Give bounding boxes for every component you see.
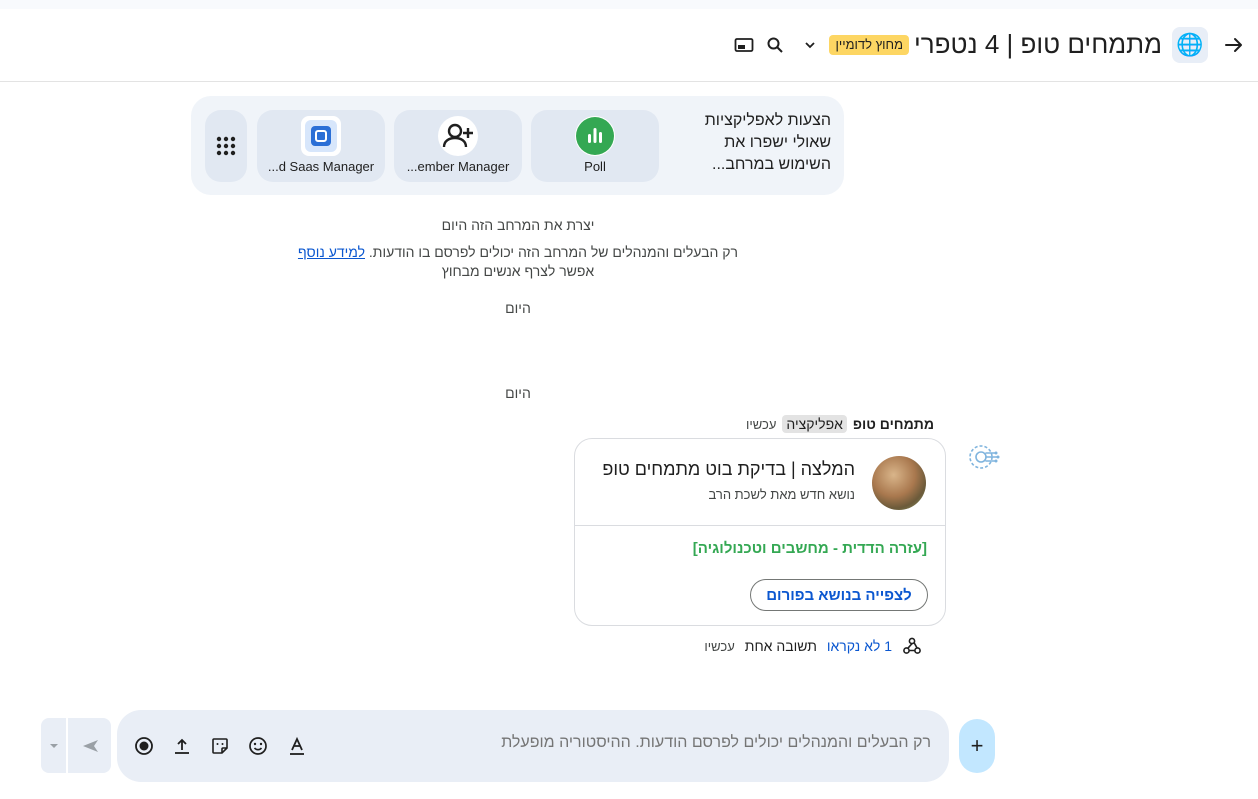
format-text-icon[interactable] — [285, 734, 309, 758]
external-notice: אפשר לצרף אנשים מבחוץ — [441, 263, 595, 279]
reply-count[interactable]: תשובה אחת — [745, 638, 817, 654]
permission-text: רק הבעלים והמנהלים של המרחב הזה יכולים ל… — [368, 244, 739, 260]
thread-time: עכשיו — [704, 638, 735, 654]
card-subtitle: נושא חדש מאת לשכת הרב — [708, 487, 856, 502]
unread-count[interactable]: 1 לא נקראו — [827, 638, 892, 654]
poll-icon — [575, 116, 615, 156]
card-title: המלצה | בדיקת בוט מתמחים טופ — [602, 459, 855, 479]
space-avatar[interactable]: 🌐 — [1172, 27, 1208, 63]
apps-grid-icon — [216, 136, 236, 156]
message-time: עכשיו — [746, 416, 777, 432]
saas-manager-icon — [301, 116, 341, 156]
date-divider: היום — [505, 385, 531, 401]
date-divider: היום — [505, 300, 531, 316]
app-card-label: ...ember Manager — [406, 159, 510, 174]
app-card-label: ...d Saas Manager — [267, 159, 375, 174]
more-apps-button[interactable] — [205, 110, 247, 182]
record-video-icon[interactable] — [132, 734, 156, 758]
card-header: המלצה | בדיקת בוט מתמחים טופ נושא חדש מא… — [575, 439, 945, 526]
top-strip — [0, 0, 1258, 9]
send-button[interactable] — [68, 718, 111, 773]
message-card: המלצה | בדיקת בוט מתמחים טופ נושא חדש מא… — [574, 438, 946, 626]
picture-in-picture-icon[interactable] — [734, 35, 754, 55]
app-tag: אפליקציה — [782, 415, 847, 433]
add-button[interactable]: + — [959, 719, 995, 773]
send-icon — [82, 739, 98, 752]
sender-name[interactable]: מתמחים טופ — [853, 416, 934, 432]
learn-more-link[interactable]: למידע נוסף — [298, 244, 365, 260]
message-composer — [117, 710, 949, 782]
webhook-icon — [902, 636, 922, 656]
space-created-notice: יצרת את המרחב הזה היום — [441, 217, 595, 233]
emoji-icon[interactable] — [246, 734, 270, 758]
bot-avatar[interactable] — [966, 440, 1000, 474]
message-header: מתמחים טופ אפליקציה עכשיו — [746, 415, 934, 433]
space-header: 🌐 מתמחים טופ | 4 נטפרי מחוץ לדומיין — [0, 9, 1258, 82]
space-title[interactable]: מתמחים טופ | 4 נטפרי — [914, 27, 1162, 61]
person-add-icon — [438, 116, 478, 156]
upload-icon[interactable] — [170, 734, 194, 758]
permission-notice: רק הבעלים והמנהלים של המרחב הזה יכולים ל… — [0, 244, 1036, 260]
back-arrow-icon[interactable] — [1222, 33, 1246, 57]
app-card-member-manager[interactable]: ...ember Manager — [394, 110, 522, 182]
app-card-saas-manager[interactable]: ...d Saas Manager — [257, 110, 385, 182]
view-topic-button[interactable]: לצפייה בנושא בפורום — [750, 579, 928, 611]
caret-down-icon — [49, 743, 58, 748]
external-badge: מחוץ לדומיין — [829, 35, 909, 55]
globe-icon: 🌐 — [1176, 32, 1204, 57]
chevron-down-icon[interactable] — [800, 35, 820, 55]
search-icon[interactable] — [765, 35, 785, 55]
app-card-label: Poll — [584, 159, 606, 174]
send-options-button[interactable] — [41, 718, 66, 773]
card-category: [עזרה הדדית - מחשבים וטכנולוגיה] — [692, 540, 927, 557]
app-suggestions-panel: הצעות לאפליקציות שאולי ישפרו את השימוש ב… — [191, 96, 844, 195]
card-thumbnail — [872, 456, 926, 510]
app-suggestions-text: הצעות לאפליקציות שאולי ישפרו את השימוש ב… — [704, 112, 831, 173]
thread-summary[interactable]: 1 לא נקראו תשובה אחת עכשיו — [704, 636, 922, 656]
message-input[interactable] — [491, 734, 931, 752]
sticker-icon[interactable] — [208, 734, 232, 758]
app-card-poll[interactable]: Poll — [531, 110, 659, 182]
